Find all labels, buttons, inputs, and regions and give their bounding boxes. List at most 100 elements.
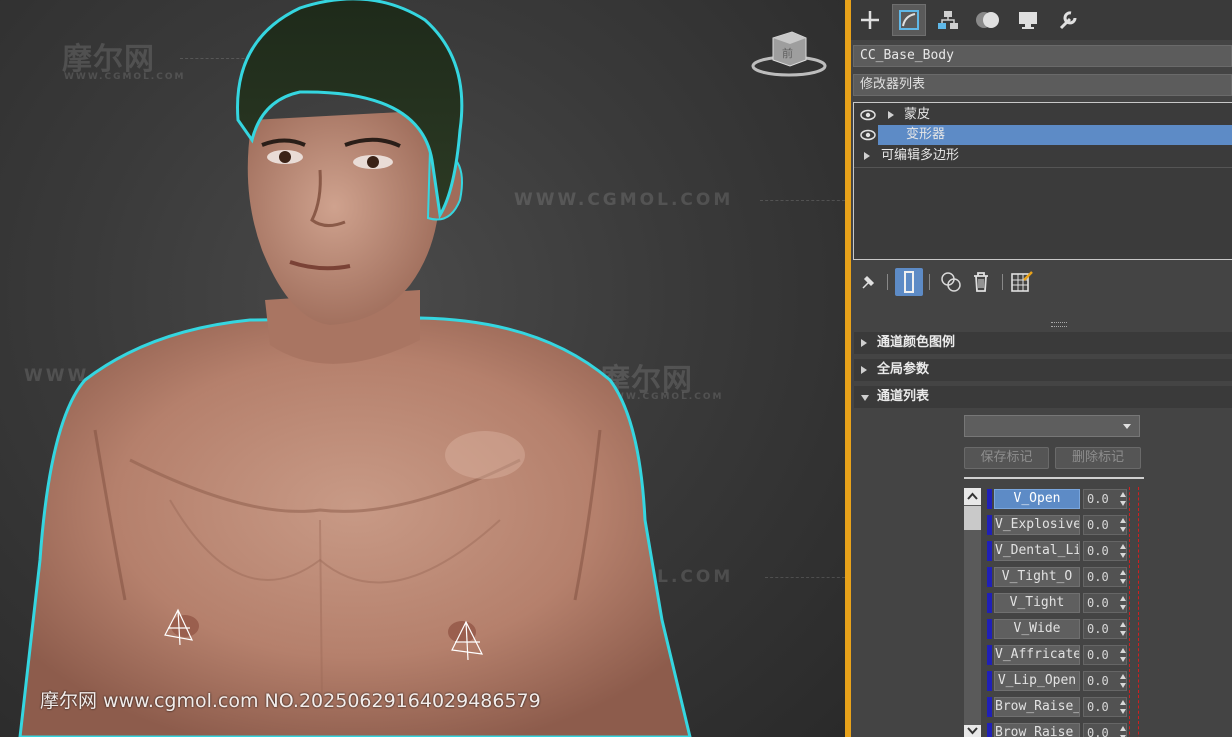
tab-utilities[interactable]	[1051, 4, 1085, 36]
rollout-global-parameters[interactable]: 全局参数	[854, 359, 1232, 381]
utilities-wrench-icon	[1059, 11, 1077, 30]
channel-color-bar	[987, 619, 992, 639]
tab-modify[interactable]	[892, 4, 926, 36]
make-unique-icon	[941, 272, 961, 292]
channel-color-bar	[987, 593, 992, 613]
spinner-arrows-icon[interactable]	[1120, 491, 1126, 507]
chevron-down-icon	[1123, 424, 1131, 429]
configure-sets-icon	[1011, 271, 1033, 292]
spinner-arrows-icon[interactable]	[1120, 725, 1126, 737]
pin-icon	[862, 275, 875, 289]
spinner-arrows-icon[interactable]	[1120, 595, 1126, 611]
torso	[18, 316, 692, 737]
modifier-list-dropdown[interactable]: 修改器列表	[853, 74, 1232, 96]
channel-marker-line	[1129, 539, 1130, 563]
channel-row[interactable]: V_Open 0.0	[987, 487, 1187, 511]
pin-stack-button[interactable]	[854, 268, 882, 296]
scroll-down-button[interactable]	[964, 725, 981, 737]
channel-name-button[interactable]: V_Lip_Open	[994, 671, 1080, 691]
channel-row[interactable]: Brow_Raise_ 0.0	[987, 695, 1187, 719]
hierarchy-icon	[938, 11, 958, 29]
rollout-arrow-icon	[861, 339, 867, 347]
viewcube[interactable]: 前	[751, 31, 827, 77]
channel-marker-line	[1129, 695, 1130, 719]
channel-color-bar	[987, 515, 992, 535]
channel-marker-line	[1129, 721, 1130, 737]
channel-marker-line	[1129, 643, 1130, 667]
channel-row[interactable]: V_Dental_Li 0.0	[987, 539, 1187, 563]
channel-name-button[interactable]: V_Dental_Li	[994, 541, 1080, 561]
channel-row[interactable]: V_Explosive 0.0	[987, 513, 1187, 537]
viewport-perspective[interactable]: 摩尔网 WWW.CGMOL.COM WWW.CGMOL.COM 摩尔网 WWW.…	[0, 0, 845, 737]
expand-arrow-icon[interactable]	[864, 152, 870, 160]
channel-row[interactable]: V_Affricate 0.0	[987, 643, 1187, 667]
spinner-arrows-icon[interactable]	[1120, 621, 1126, 637]
channel-row[interactable]: V_Tight_O 0.0	[987, 565, 1187, 589]
channel-marker-line	[1138, 513, 1139, 537]
channel-marker-line	[1129, 617, 1130, 641]
panel-splitter[interactable]	[1051, 322, 1067, 327]
rollout-label: 全局参数	[877, 362, 930, 377]
spinner-arrows-icon[interactable]	[1120, 543, 1126, 559]
scroll-thumb[interactable]	[964, 506, 981, 530]
stack-item-editable-poly[interactable]: 可编辑多边形	[854, 146, 1232, 166]
spinner-arrows-icon[interactable]	[1120, 673, 1126, 689]
footer-watermark: 摩尔网 www.cgmol.com NO.2025062916402948657…	[40, 690, 541, 712]
rollout-channel-list[interactable]: 通道列表	[854, 386, 1232, 408]
channel-marker-line	[1129, 591, 1130, 615]
remove-modifier-button[interactable]	[967, 268, 995, 296]
save-marker-button[interactable]: 保存标记	[964, 447, 1049, 469]
channel-color-bar	[987, 541, 992, 561]
channel-marker-line	[1138, 539, 1139, 563]
head	[236, 0, 464, 325]
channel-name-button[interactable]: V_Tight_O	[994, 567, 1080, 587]
channel-row[interactable]: V_Wide 0.0	[987, 617, 1187, 641]
viewcube-front-label: 前	[782, 46, 793, 60]
channel-color-bar	[987, 671, 992, 691]
show-end-result-button[interactable]	[895, 268, 923, 296]
channel-name-button[interactable]: V_Explosive	[994, 515, 1080, 535]
spinner-arrows-icon[interactable]	[1120, 569, 1126, 585]
show-end-result-icon	[904, 271, 914, 293]
channel-row[interactable]: V_Lip_Open 0.0	[987, 669, 1187, 693]
spinner-arrows-icon[interactable]	[1120, 699, 1126, 715]
stack-item-skin[interactable]: 蒙皮	[854, 105, 1232, 125]
channel-row[interactable]: V_Tight 0.0	[987, 591, 1187, 615]
tab-create[interactable]	[853, 4, 887, 36]
channel-marker-line	[1138, 487, 1139, 511]
rollout-channel-color-legend[interactable]: 通道颜色图例	[854, 332, 1232, 354]
modifier-stack: 蒙皮 变形器 可编辑多边形	[853, 102, 1232, 260]
modify-icon	[899, 10, 919, 30]
delete-marker-button[interactable]: 删除标记	[1055, 447, 1141, 469]
eye-icon[interactable]	[860, 109, 876, 121]
configure-modifier-sets-button[interactable]	[1008, 268, 1036, 296]
tab-display[interactable]	[1011, 4, 1045, 36]
spinner-arrows-icon[interactable]	[1120, 647, 1126, 663]
scroll-up-button[interactable]	[964, 488, 981, 505]
channel-name-button[interactable]: V_Open	[994, 489, 1080, 509]
channel-row[interactable]: Brow_Raise_ 0.0	[987, 721, 1187, 737]
character-model[interactable]: 前	[0, 0, 845, 737]
chevron-up-icon	[967, 492, 978, 500]
expand-arrow-icon[interactable]	[888, 111, 894, 119]
channel-marker-line	[1129, 487, 1130, 511]
stack-item-morpher[interactable]: 变形器	[854, 125, 1232, 145]
channel-name-button[interactable]: V_Wide	[994, 619, 1080, 639]
tab-hierarchy[interactable]	[931, 4, 965, 36]
channel-marker-line	[1138, 565, 1139, 589]
channel-color-bar	[987, 567, 992, 587]
rollout-label: 通道列表	[877, 389, 930, 404]
channel-name-button[interactable]: V_Affricate	[994, 645, 1080, 665]
make-unique-button[interactable]	[937, 268, 965, 296]
channel-marker-line	[1138, 617, 1139, 641]
spinner-arrows-icon[interactable]	[1120, 517, 1126, 533]
tab-motion[interactable]	[971, 4, 1005, 36]
channel-scrollbar[interactable]	[964, 488, 981, 737]
eye-icon[interactable]	[860, 129, 876, 141]
channel-name-button[interactable]: V_Tight	[994, 593, 1080, 613]
channel-color-bar	[987, 489, 992, 509]
channel-name-button[interactable]: Brow_Raise_	[994, 723, 1080, 737]
marker-dropdown[interactable]	[964, 415, 1140, 437]
channel-name-button[interactable]: Brow_Raise_	[994, 697, 1080, 717]
object-name-field[interactable]: CC_Base_Body	[853, 45, 1232, 67]
